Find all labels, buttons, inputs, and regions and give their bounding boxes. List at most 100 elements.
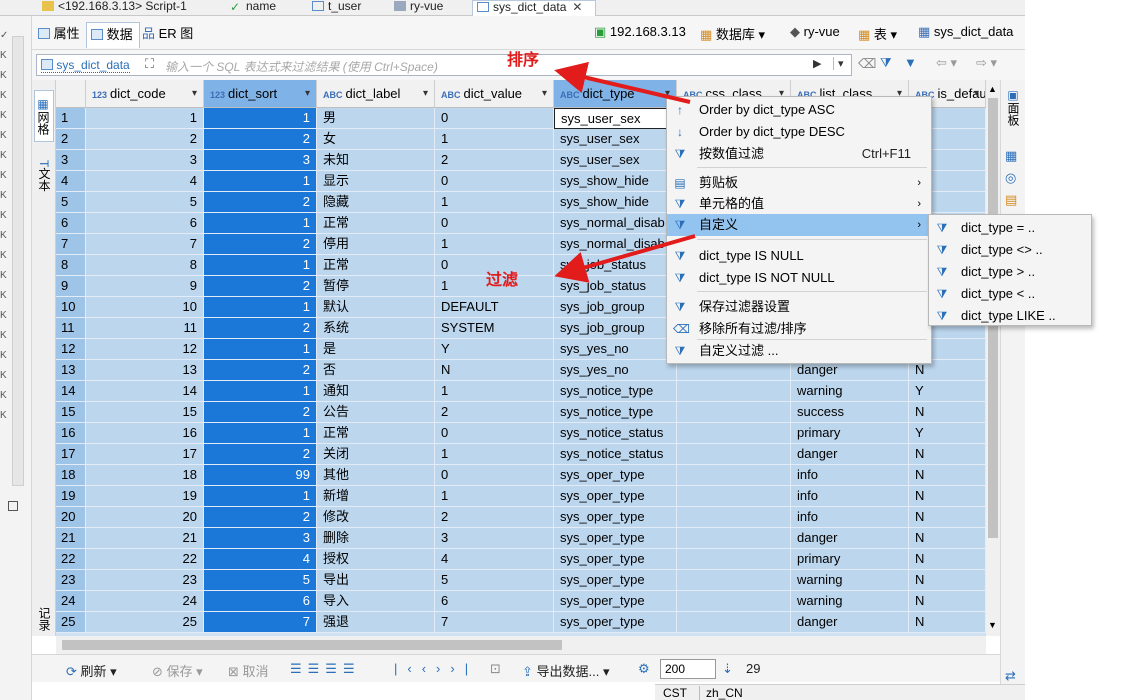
column-header-dict-label[interactable]: ABC dict_label ▾ bbox=[317, 80, 435, 108]
submenu-item-2[interactable]: ⧩ dict_type > .. bbox=[929, 261, 1091, 283]
table-cell[interactable]: warning bbox=[791, 381, 909, 402]
table-cell[interactable]: 隐藏 bbox=[317, 192, 435, 213]
table-cell[interactable]: sys_job_group bbox=[554, 297, 677, 318]
table-cell[interactable]: 2 bbox=[204, 402, 317, 423]
table-cell[interactable]: Y bbox=[435, 339, 554, 360]
breadcrumb-table[interactable]: ▦ sys_dict_data bbox=[918, 24, 1013, 40]
table-cell[interactable]: 关闭 bbox=[317, 444, 435, 465]
table-cell[interactable]: sys_oper_type bbox=[554, 612, 677, 633]
table-cell[interactable]: 7 bbox=[86, 234, 204, 255]
breadcrumb-database[interactable]: ◆ ry-vue bbox=[790, 24, 840, 40]
save-button[interactable]: ⊘ 保存 ▾ bbox=[152, 661, 203, 680]
hscroll-thumb[interactable] bbox=[62, 640, 562, 650]
table-cell[interactable]: sys_oper_type bbox=[554, 591, 677, 612]
menu-item-8[interactable]: ⧩ 保存过滤器设置 bbox=[667, 296, 931, 318]
table-cell[interactable]: 强退 bbox=[317, 612, 435, 633]
table-cell[interactable]: 正常 bbox=[317, 213, 435, 234]
column-menu-icon[interactable]: ▾ bbox=[305, 80, 310, 107]
table-cell[interactable]: N bbox=[909, 507, 986, 528]
editor-tab-t-user[interactable]: t_user bbox=[312, 0, 392, 16]
table-cell[interactable]: 1 bbox=[204, 171, 317, 192]
column-menu-icon[interactable]: ▾ bbox=[974, 80, 979, 107]
table-row[interactable]: 17 17 2 关闭 1 sys_notice_status danger N bbox=[56, 444, 986, 465]
table-cell[interactable]: N bbox=[909, 528, 986, 549]
grid-horizontal-scrollbar[interactable] bbox=[56, 636, 986, 654]
submenu-item-0[interactable]: ⧩ dict_type = .. bbox=[929, 217, 1091, 239]
column-header-dict-code[interactable]: 123 dict_code ▾ bbox=[86, 80, 204, 108]
table-cell[interactable]: 1 bbox=[204, 297, 317, 318]
table-cell[interactable]: N bbox=[909, 549, 986, 570]
table-cell[interactable]: warning bbox=[791, 570, 909, 591]
table-cell[interactable] bbox=[677, 591, 791, 612]
table-cell[interactable]: 11 bbox=[86, 318, 204, 339]
table-cell[interactable]: N bbox=[909, 591, 986, 612]
table-cell[interactable]: 3 bbox=[435, 528, 554, 549]
table-cell[interactable]: 显示 bbox=[317, 171, 435, 192]
table-cell[interactable]: 2 bbox=[204, 192, 317, 213]
rail-scrollbar[interactable] bbox=[12, 36, 24, 486]
table-row[interactable]: 20 20 2 修改 2 sys_oper_type info N bbox=[56, 507, 986, 528]
table-cell[interactable]: 停用 bbox=[317, 234, 435, 255]
table-cell[interactable]: sys_yes_no bbox=[554, 339, 677, 360]
table-cell[interactable] bbox=[677, 549, 791, 570]
table-cell[interactable]: sys_oper_type bbox=[554, 465, 677, 486]
breadcrumb-database-label[interactable]: ▦ 数据库 ▾ bbox=[700, 24, 765, 43]
table-cell[interactable]: 21 bbox=[86, 528, 204, 549]
table-cell[interactable]: 16 bbox=[86, 423, 204, 444]
column-menu-icon[interactable]: ▾ bbox=[423, 80, 428, 107]
table-cell[interactable]: 男 bbox=[317, 108, 435, 129]
table-cell[interactable]: 1 bbox=[204, 486, 317, 507]
table-cell[interactable]: 默认 bbox=[317, 297, 435, 318]
table-cell[interactable]: 3 bbox=[86, 150, 204, 171]
table-cell[interactable]: N bbox=[909, 402, 986, 423]
table-cell[interactable]: 19 bbox=[86, 486, 204, 507]
table-cell[interactable]: 23 bbox=[86, 570, 204, 591]
table-cell[interactable] bbox=[677, 507, 791, 528]
table-cell[interactable]: SYSTEM bbox=[435, 318, 554, 339]
table-cell[interactable]: N bbox=[909, 612, 986, 633]
table-row[interactable]: 19 19 1 新增 1 sys_oper_type info N bbox=[56, 486, 986, 507]
table-cell[interactable]: 8 bbox=[86, 255, 204, 276]
view-grid-tab[interactable]: ▦网格 bbox=[34, 90, 54, 142]
table-cell[interactable] bbox=[677, 423, 791, 444]
expand-icon[interactable]: ⛶ bbox=[145, 56, 154, 72]
calc-panel-icon[interactable]: ◎ bbox=[1005, 170, 1016, 186]
table-cell[interactable]: warning bbox=[791, 591, 909, 612]
table-cell[interactable]: 0 bbox=[435, 213, 554, 234]
table-cell[interactable]: danger bbox=[791, 444, 909, 465]
table-cell[interactable]: 3 bbox=[204, 528, 317, 549]
table-cell[interactable] bbox=[677, 465, 791, 486]
submenu-item-4[interactable]: ⧩ dict_type LIKE .. bbox=[929, 305, 1091, 327]
table-cell[interactable]: 授权 bbox=[317, 549, 435, 570]
panels-tab[interactable]: ▣面板 bbox=[1004, 88, 1022, 126]
table-cell[interactable]: 未知 bbox=[317, 150, 435, 171]
minimize-icon[interactable] bbox=[8, 501, 18, 511]
table-cell[interactable]: 1 bbox=[435, 381, 554, 402]
table-row[interactable]: 25 25 7 强退 7 sys_oper_type danger N bbox=[56, 612, 986, 633]
table-cell[interactable]: 20 bbox=[86, 507, 204, 528]
table-cell[interactable]: 1 bbox=[435, 486, 554, 507]
view-text-tab[interactable]: T文本 bbox=[34, 150, 54, 202]
table-cell[interactable]: 2 bbox=[435, 402, 554, 423]
row-number-header[interactable] bbox=[56, 80, 86, 108]
table-cell[interactable]: 正常 bbox=[317, 255, 435, 276]
table-row[interactable]: 21 21 3 删除 3 sys_oper_type danger N bbox=[56, 528, 986, 549]
table-cell[interactable]: 6 bbox=[86, 213, 204, 234]
table-cell[interactable]: sys_oper_type bbox=[554, 528, 677, 549]
table-cell[interactable]: 否 bbox=[317, 360, 435, 381]
table-cell[interactable]: 4 bbox=[435, 549, 554, 570]
page-nav-icons[interactable]: |‹‹››| bbox=[394, 661, 478, 676]
table-cell[interactable]: 修改 bbox=[317, 507, 435, 528]
table-cell[interactable]: N bbox=[909, 465, 986, 486]
table-cell[interactable]: N bbox=[909, 486, 986, 507]
table-cell[interactable]: Y bbox=[909, 381, 986, 402]
menu-item-9[interactable]: ⌫ 移除所有过滤/排序 bbox=[667, 318, 931, 340]
table-cell[interactable]: 5 bbox=[204, 570, 317, 591]
table-cell[interactable]: 1 bbox=[435, 444, 554, 465]
table-cell[interactable]: DEFAULT bbox=[435, 297, 554, 318]
editor-tab-ry-vue[interactable]: ry-vue bbox=[394, 0, 469, 16]
menu-item-10[interactable]: ⧩ 自定义过滤 ... bbox=[667, 340, 931, 362]
table-cell[interactable]: 22 bbox=[86, 549, 204, 570]
table-cell[interactable] bbox=[677, 402, 791, 423]
table-row[interactable]: 14 14 1 通知 1 sys_notice_type warning Y bbox=[56, 381, 986, 402]
